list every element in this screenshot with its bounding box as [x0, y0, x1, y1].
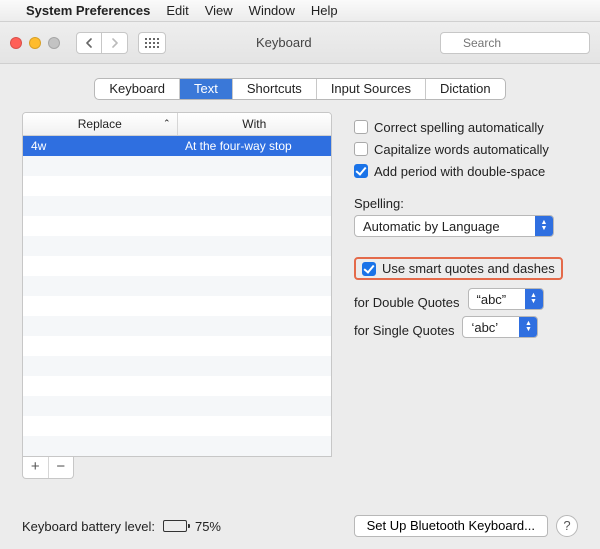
correct-spelling-checkbox[interactable]	[354, 120, 368, 134]
double-quotes-label: for Double Quotes	[354, 295, 460, 310]
replacements-panel: Replace⌃ With 4w At the four-way stop + …	[22, 112, 332, 504]
cell-with[interactable]: At the four-way stop	[177, 136, 331, 156]
spelling-value: Automatic by Language	[363, 219, 500, 234]
column-replace[interactable]: Replace⌃	[23, 113, 178, 135]
battery-icon	[163, 520, 187, 532]
setup-bluetooth-button[interactable]: Set Up Bluetooth Keyboard...	[354, 515, 548, 537]
content-area: Keyboard Text Shortcuts Input Sources Di…	[0, 64, 600, 549]
window-toolbar: Keyboard	[0, 22, 600, 64]
capitalize-label: Capitalize words automatically	[374, 142, 549, 157]
double-quotes-select[interactable]: “abc” ▲▼	[468, 288, 544, 310]
single-quotes-select[interactable]: ‘abc’ ▲▼	[462, 316, 538, 338]
add-period-checkbox[interactable]	[354, 164, 368, 178]
menu-bar: System Preferences Edit View Window Help	[0, 0, 600, 22]
table-header: Replace⌃ With	[23, 113, 331, 136]
forward-button[interactable]	[102, 32, 128, 54]
close-window-button[interactable]	[10, 37, 22, 49]
tab-bar: Keyboard Text Shortcuts Input Sources Di…	[94, 78, 505, 100]
window-controls	[10, 37, 60, 49]
menu-help[interactable]: Help	[311, 3, 338, 18]
stepper-arrows-icon: ▲▼	[525, 289, 543, 309]
battery-percent: 75%	[195, 519, 221, 534]
minimize-window-button[interactable]	[29, 37, 41, 49]
search-input[interactable]	[440, 32, 590, 54]
cell-replace[interactable]: 4w	[23, 136, 177, 156]
help-button[interactable]: ?	[556, 515, 578, 537]
smart-quotes-label: Use smart quotes and dashes	[382, 261, 555, 276]
grid-icon	[145, 38, 159, 48]
single-quotes-value: ‘abc’	[471, 320, 498, 335]
footer: Keyboard battery level: 75% Set Up Bluet…	[22, 504, 578, 549]
chevron-right-icon	[111, 38, 119, 48]
spelling-label: Spelling:	[354, 196, 578, 211]
window-title: Keyboard	[256, 35, 312, 50]
table-row[interactable]: 4w At the four-way stop	[23, 136, 331, 156]
menu-edit[interactable]: Edit	[166, 3, 188, 18]
smart-quotes-highlight: Use smart quotes and dashes	[354, 257, 563, 280]
zoom-window-button	[48, 37, 60, 49]
remove-button[interactable]: −	[49, 457, 74, 478]
column-with[interactable]: With	[178, 113, 332, 135]
search-field-wrap	[440, 32, 590, 54]
add-period-label: Add period with double-space	[374, 164, 545, 179]
single-quotes-label: for Single Quotes	[354, 323, 454, 338]
menu-view[interactable]: View	[205, 3, 233, 18]
battery-label: Keyboard battery level:	[22, 519, 155, 534]
tab-keyboard[interactable]: Keyboard	[95, 79, 180, 99]
tab-text[interactable]: Text	[180, 79, 233, 99]
menu-window[interactable]: Window	[249, 3, 295, 18]
double-quotes-value: “abc”	[477, 292, 507, 307]
menu-app[interactable]: System Preferences	[26, 3, 150, 18]
stepper-arrows-icon: ▲▼	[519, 317, 537, 337]
correct-spelling-label: Correct spelling automatically	[374, 120, 544, 135]
capitalize-checkbox[interactable]	[354, 142, 368, 156]
table-add-remove: + −	[22, 457, 74, 479]
table-body[interactable]: 4w At the four-way stop	[23, 136, 331, 456]
options-panel: Correct spelling automatically Capitaliz…	[354, 112, 578, 504]
tab-input-sources[interactable]: Input Sources	[317, 79, 426, 99]
add-button[interactable]: +	[23, 457, 49, 478]
smart-quotes-checkbox[interactable]	[362, 262, 376, 276]
stepper-arrows-icon: ▲▼	[535, 216, 553, 236]
back-button[interactable]	[76, 32, 102, 54]
tab-dictation[interactable]: Dictation	[426, 79, 505, 99]
tab-shortcuts[interactable]: Shortcuts	[233, 79, 317, 99]
nav-group	[76, 32, 128, 54]
spelling-select[interactable]: Automatic by Language ▲▼	[354, 215, 554, 237]
replacements-table: Replace⌃ With 4w At the four-way stop	[22, 112, 332, 457]
sort-indicator-icon: ⌃	[163, 118, 171, 129]
chevron-left-icon	[85, 38, 93, 48]
show-all-button[interactable]	[138, 32, 166, 54]
